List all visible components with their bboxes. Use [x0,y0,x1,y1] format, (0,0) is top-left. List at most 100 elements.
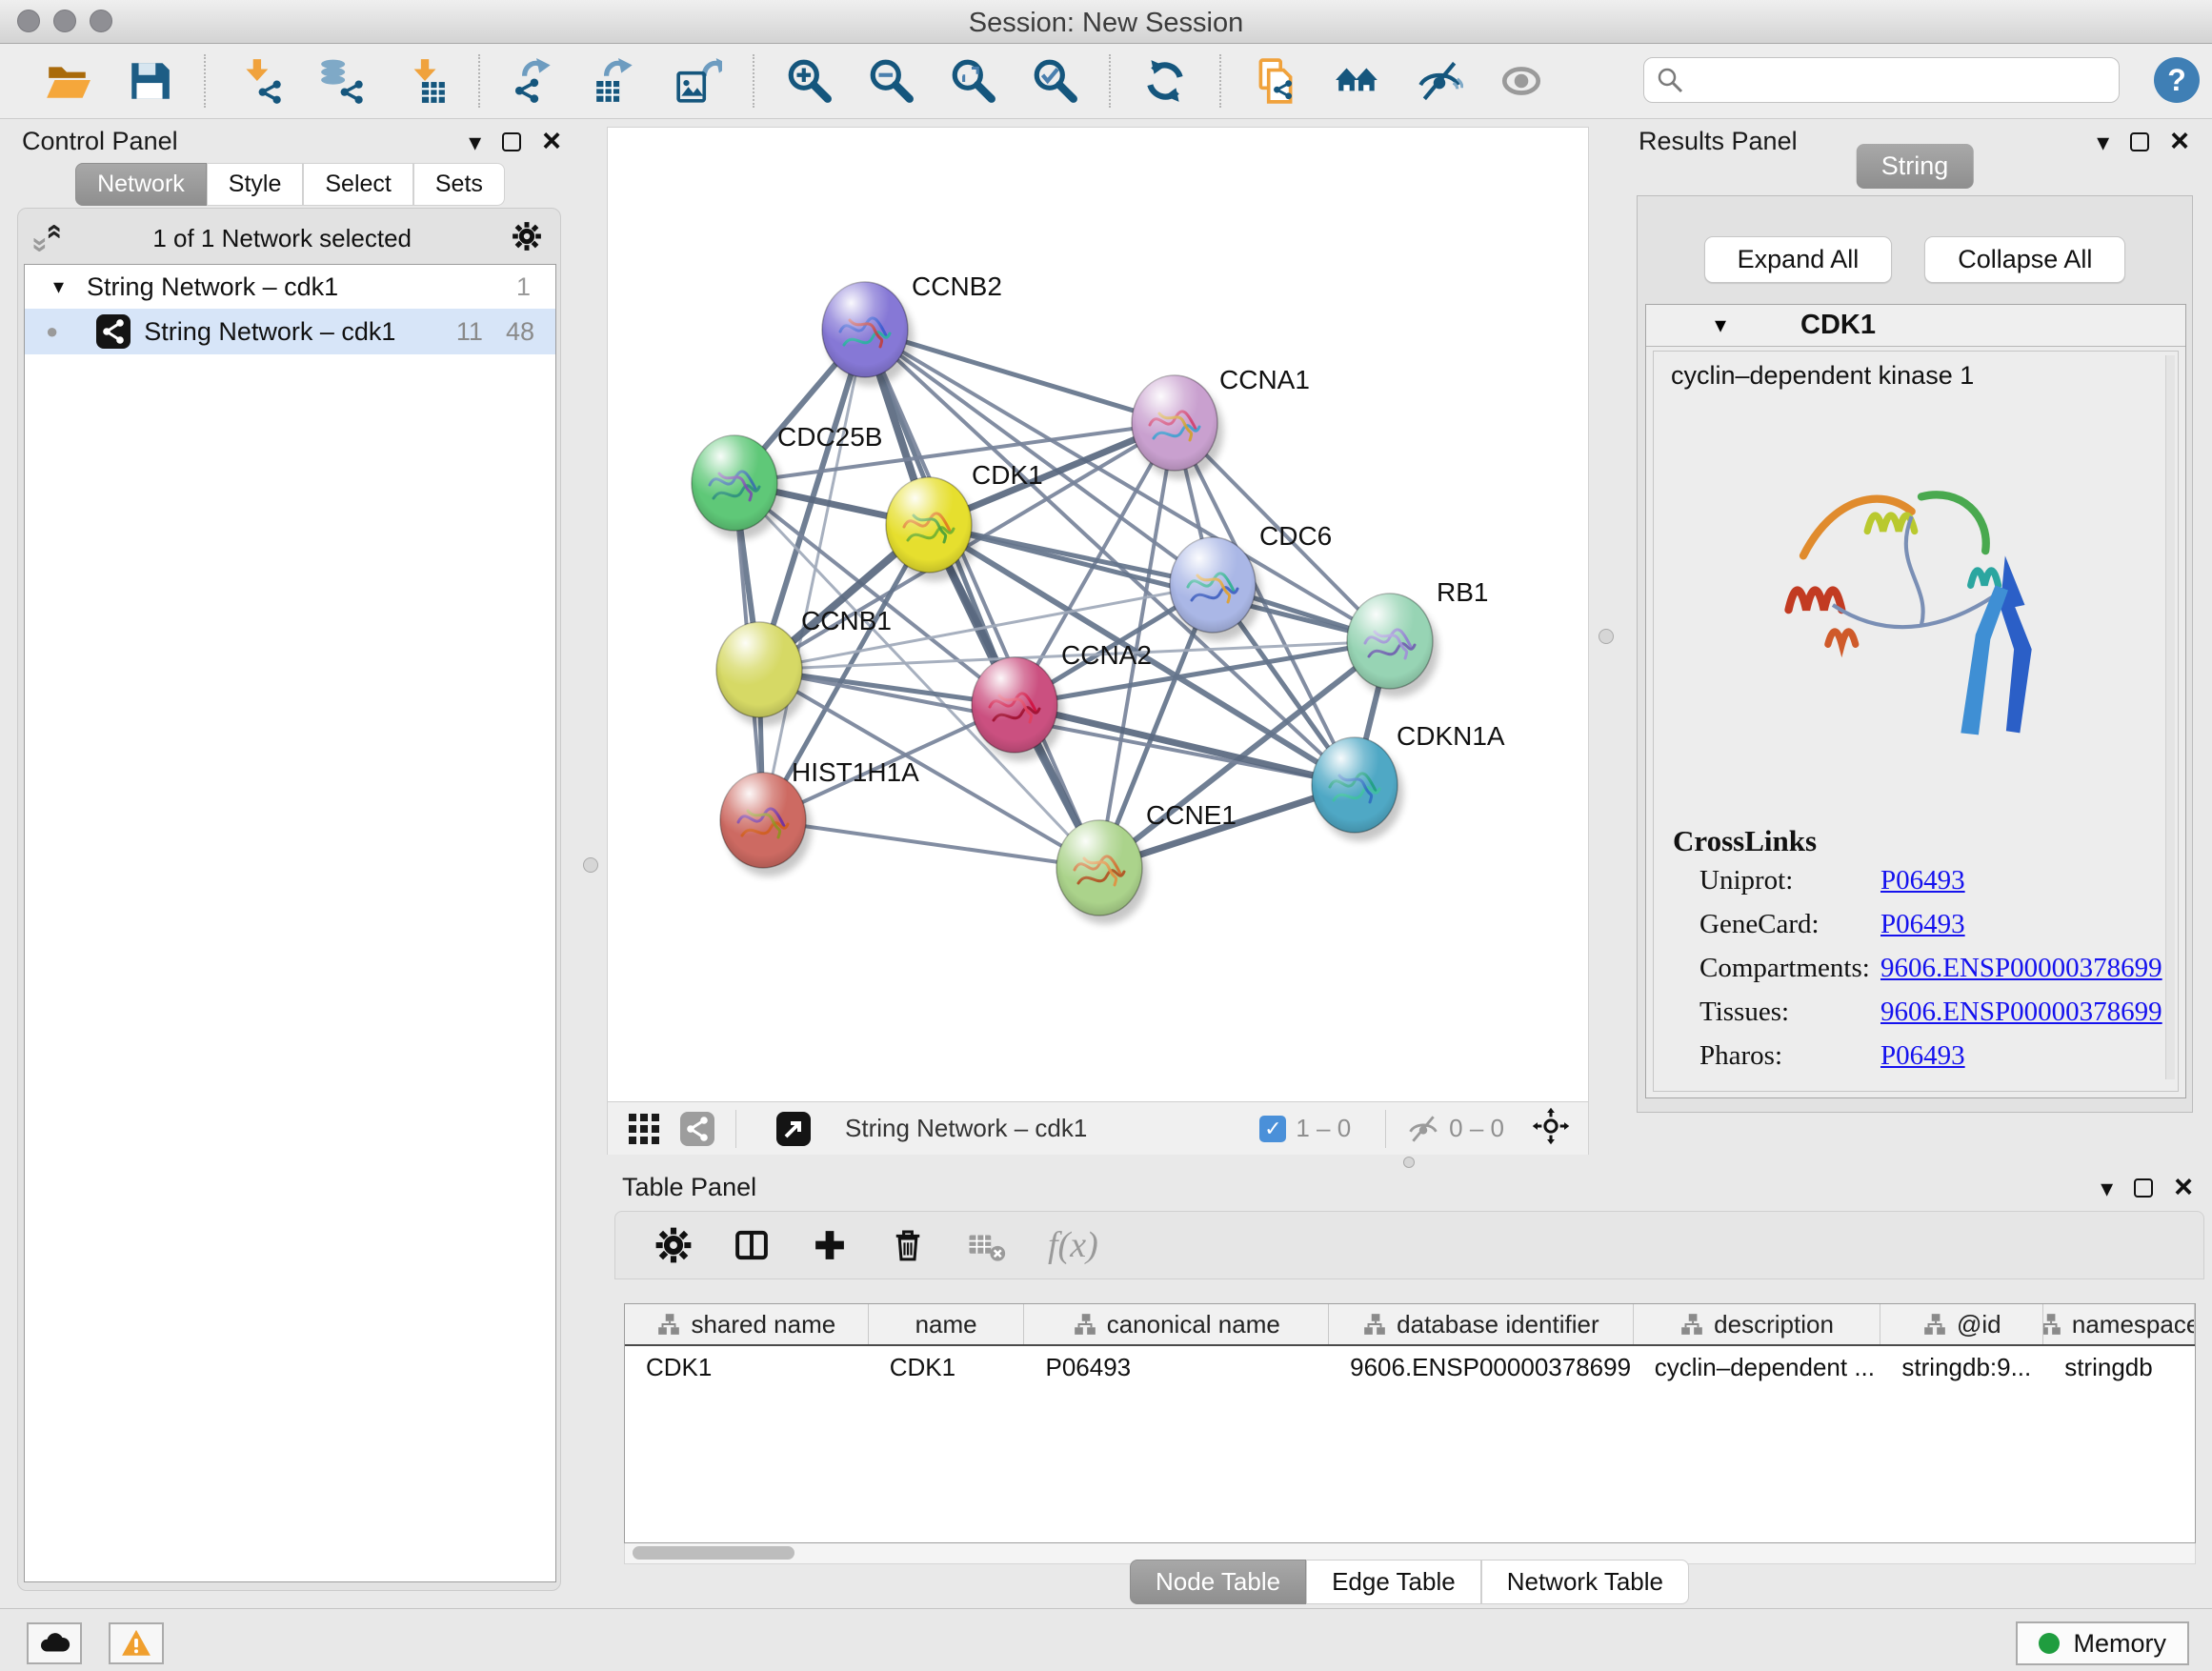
open-session-button[interactable] [39,51,96,111]
node-HIST1H1A[interactable] [720,773,812,876]
expand-all-networks-icon[interactable]: » [38,237,67,240]
save-session-icon [126,57,173,105]
save-session-button[interactable] [121,51,178,111]
cell-database-identifier: 9606.ENSP00000378699 [1329,1346,1634,1388]
tab-style[interactable]: Style [207,163,304,206]
tab-sets[interactable]: Sets [413,163,505,206]
control-panel-collapse-icon[interactable]: ▾ [469,130,481,154]
string-results-content: Expand All Collapse All ▾ CDK1 cyclin–de… [1637,195,2193,1113]
import-network-database-icon [318,57,366,105]
scrollbar-thumb[interactable] [633,1546,794,1560]
cell--id: stringdb:9... [1880,1346,2043,1388]
function-builder-button[interactable]: f(x) [1048,1224,1098,1266]
crosslink-link[interactable]: 9606.ENSP00000378699 [1880,997,2162,1028]
column-header--id[interactable]: @id [1880,1304,2043,1344]
duplicate-network-button[interactable] [1247,51,1304,111]
help-button[interactable]: ? [2154,57,2200,103]
crosslink-link[interactable]: P06493 [1880,909,1965,940]
cdk1-expand-icon[interactable]: ▾ [1715,312,1726,339]
fit-selected-crosshair-icon[interactable] [1531,1106,1571,1151]
network-options-gear-icon[interactable] [511,220,543,257]
export-network-button[interactable] [506,51,563,111]
table-remove-grid-button[interactable] [966,1225,1006,1265]
node-CCNE1[interactable] [1056,820,1148,924]
results-panel-close-icon[interactable]: × [2170,129,2189,154]
memory-button[interactable]: Memory [2016,1621,2189,1665]
selected-nodes-checkbox-icon[interactable]: ✓ [1259,1116,1286,1142]
left-splitter-handle[interactable] [583,857,598,873]
tab-network[interactable]: Network [75,163,207,206]
results-scrollbar[interactable] [2165,355,2175,1079]
node-CCNB2[interactable] [822,282,914,386]
collection-expand-icon[interactable]: ▾ [53,274,64,299]
table-panel-collapse-icon[interactable]: ▾ [2101,1176,2113,1200]
zoom-out-button[interactable] [862,51,919,111]
table-delete-button[interactable] [888,1225,928,1265]
zoom-fit-button[interactable] [944,51,1001,111]
zoom-selected-icon [1031,57,1078,105]
node-CCNA2[interactable] [972,657,1063,761]
column-header-shared-name[interactable]: shared name [625,1304,869,1344]
export-image-icon [674,57,722,105]
column-header-database-identifier[interactable]: database identifier [1329,1304,1634,1344]
cloud-button[interactable] [27,1622,82,1664]
tab-network-table[interactable]: Network Table [1481,1560,1689,1604]
import-network-file-button[interactable] [231,51,289,111]
tab-string[interactable]: String [1857,144,1974,189]
search-input[interactable] [1692,66,2119,95]
control-panel: Control Panel ▾ × NetworkStyleSelectSets… [11,121,569,1597]
tab-select[interactable]: Select [303,163,412,206]
crosslink-link[interactable]: P06493 [1880,1040,1965,1072]
control-panel-float-icon[interactable] [502,132,521,151]
birds-eye-view-icon[interactable] [776,1112,811,1146]
collapse-all-button[interactable]: Collapse All [1924,236,2125,283]
show-all-button[interactable] [1493,51,1550,111]
search-box[interactable] [1643,57,2120,103]
column-header-name[interactable]: name [869,1304,1025,1344]
tab-edge-table[interactable]: Edge Table [1306,1560,1481,1604]
table-panel-float-icon[interactable] [2134,1178,2153,1198]
node-CCNA1[interactable] [1132,375,1223,479]
network-tab-content: » » 1 of 1 Network selected ▾ String Net… [17,208,561,1591]
tab-node-table[interactable]: Node Table [1130,1560,1306,1604]
export-table-button[interactable] [588,51,645,111]
first-neighbors-button[interactable] [1329,51,1386,111]
table-add-button[interactable] [810,1225,850,1265]
table-row[interactable]: CDK1CDK1P064939606.ENSP00000378699cyclin… [625,1346,2195,1388]
results-panel-collapse-icon[interactable]: ▾ [2097,130,2109,154]
network-collection-row[interactable]: ▾ String Network – cdk1 1 [25,265,555,309]
column-header-namespace[interactable]: namespace [2043,1304,2195,1344]
warnings-button[interactable] [109,1622,164,1664]
expand-all-button[interactable]: Expand All [1704,236,1893,283]
column-header-description[interactable]: description [1634,1304,1881,1344]
right-splitter-handle[interactable] [1599,629,1614,644]
crosslink-label: Uniprot: [1654,865,1880,896]
refresh-view-button[interactable] [1136,51,1194,111]
import-network-database-button[interactable] [313,51,371,111]
node-CDC25B[interactable] [692,435,783,539]
cdk1-section-header[interactable]: ▾ CDK1 [1646,305,2185,347]
node-RB1[interactable] [1347,594,1438,697]
network-row-selected[interactable]: ● String Network – cdk1 11 48 [25,309,555,354]
node-CDK1[interactable] [886,477,977,581]
zoom-in-button[interactable] [780,51,837,111]
table-columns-button[interactable] [732,1225,772,1265]
node-CDKN1A[interactable] [1312,737,1403,841]
hide-selected-button[interactable] [1411,51,1468,111]
column-header-canonical-name[interactable]: canonical name [1024,1304,1329,1344]
edge-CCNB2-CCNE1[interactable] [865,330,1099,868]
crosslink-link[interactable]: P06493 [1880,865,1965,896]
control-panel-close-icon[interactable]: × [542,129,561,154]
network-share-icon[interactable] [680,1112,714,1146]
crosslink-link[interactable]: 9606.ENSP00000378699 [1880,953,2162,984]
table-panel-close-icon[interactable]: × [2174,1175,2193,1200]
grid-view-icon[interactable] [627,1112,661,1146]
network-canvas[interactable]: CCNB2CCNA1CDC25BCDK1CDC6RB1CCNB1CCNA2CDK… [608,128,1590,1101]
table-gear-button[interactable] [654,1225,694,1265]
export-image-button[interactable] [670,51,727,111]
results-panel-float-icon[interactable] [2130,132,2149,151]
edge-HIST1H1A-CCNE1[interactable] [763,820,1099,868]
zoom-selected-button[interactable] [1026,51,1083,111]
node-label-CCNA1: CCNA1 [1219,365,1310,394]
import-table-file-button[interactable] [395,51,452,111]
